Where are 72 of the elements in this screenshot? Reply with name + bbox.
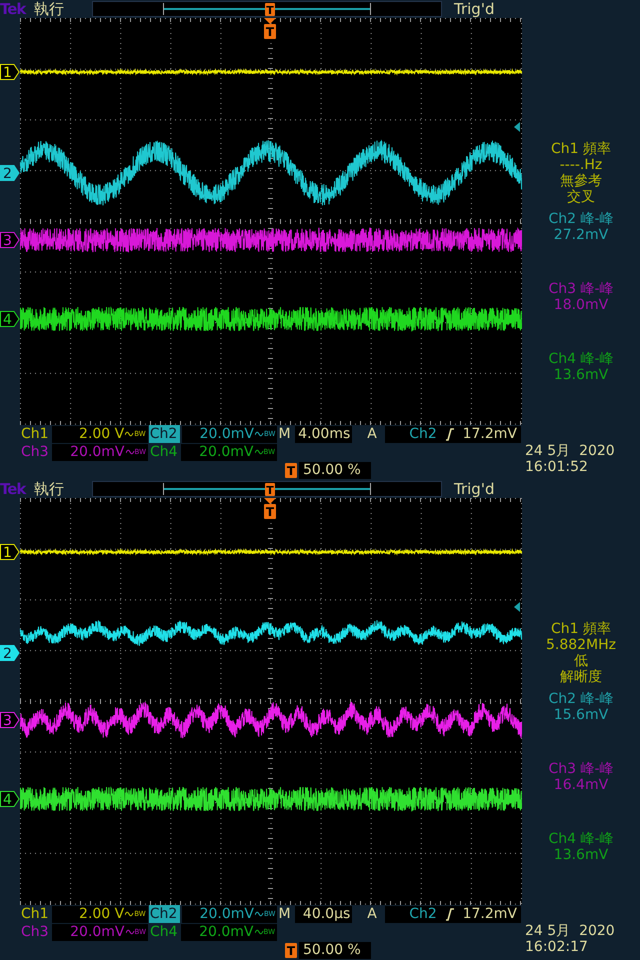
brand-logo: Tek xyxy=(0,480,28,498)
timebase-value: 4.00ms xyxy=(295,426,352,442)
measurement-value: 無參考 xyxy=(560,173,602,189)
measurement-label: Ch4 峰-峰 xyxy=(548,351,614,367)
measurement-value: 27.2mV xyxy=(554,227,608,243)
measurement-value: 交叉 xyxy=(566,189,595,205)
date-label: 24 5月 2020 xyxy=(525,923,616,939)
trigger-source: Ch2 xyxy=(409,426,437,442)
trigger-arrow-icon xyxy=(264,498,276,504)
trigger-position-marker: T xyxy=(265,3,275,16)
measurement-label: Ch1 頻率 xyxy=(550,621,611,637)
channel-marker[interactable]: 3 xyxy=(0,712,20,728)
scale-value: 20.0mV xyxy=(199,444,254,460)
channel-label[interactable]: Ch4 xyxy=(149,923,179,941)
time-label: 16:01:52 xyxy=(525,459,589,475)
channel-label[interactable]: Ch2 xyxy=(148,425,180,443)
run-status: 執行 xyxy=(34,480,65,498)
scale-value: 20.0mV xyxy=(200,906,254,922)
horizontal-position: 50.00 % xyxy=(299,462,371,478)
measurement-label: Ch3 峰-峰 xyxy=(548,761,614,777)
scale-value: 20.0mV xyxy=(199,924,254,940)
trigger-threshold: 17.2mV xyxy=(462,906,517,922)
measurement-value: 解晰度 xyxy=(560,669,602,685)
measurement-label: Ch3 峰-峰 xyxy=(548,281,614,297)
measurement-label: Ch2 峰-峰 xyxy=(548,211,614,227)
timebase-label: M xyxy=(278,426,292,442)
trigger-mode-label: A xyxy=(367,906,378,922)
trigger-mode-label: A xyxy=(367,426,378,442)
scale-value: 2.00 V xyxy=(79,426,124,442)
scale-value: 20.0mV xyxy=(70,924,125,940)
measurement-value: 16.4mV xyxy=(554,777,608,793)
measurement-value: 5.882MHz xyxy=(546,637,616,653)
measurement-value: ----.Hz xyxy=(560,157,602,173)
trigger-source: Ch2 xyxy=(409,906,437,922)
trigger-position-marker: T xyxy=(265,483,275,496)
scale-value: 20.0mV xyxy=(70,444,125,460)
run-status: 執行 xyxy=(34,0,65,18)
date-label: 24 5月 2020 xyxy=(525,443,616,459)
scale-value: 2.00 V xyxy=(79,906,124,922)
channel-marker[interactable]: 2 xyxy=(0,165,20,181)
channel-marker[interactable]: 4 xyxy=(0,311,20,327)
timebase-label: M xyxy=(278,906,292,922)
measurement-label: Ch1 頻率 xyxy=(550,141,611,157)
channel-marker[interactable]: 1 xyxy=(0,544,20,560)
measurement-value: 18.0mV xyxy=(554,297,608,313)
horizontal-position: 50.00 % xyxy=(299,942,371,958)
brand-logo: Tek xyxy=(0,0,28,18)
trigger-threshold: 17.2mV xyxy=(462,426,517,442)
measurement-value: 15.6mV xyxy=(554,707,608,723)
channel-marker[interactable]: 2 xyxy=(0,645,20,661)
channel-label[interactable]: Ch4 xyxy=(149,443,179,461)
measurement-label: Ch4 峰-峰 xyxy=(548,831,614,847)
channel-marker[interactable]: 3 xyxy=(0,232,20,248)
measurement-value: 13.6mV xyxy=(554,367,608,383)
trigger-status: Trig'd xyxy=(454,0,494,18)
channel-marker[interactable]: 1 xyxy=(0,64,20,80)
trigger-position-marker: T xyxy=(285,942,297,958)
time-label: 16:02:17 xyxy=(525,939,589,955)
channel-label[interactable]: Ch2 xyxy=(148,905,180,923)
channel-label[interactable]: Ch1 xyxy=(20,425,50,443)
measurement-value: 13.6mV xyxy=(554,847,608,863)
measurement-label: Ch2 峰-峰 xyxy=(548,691,614,707)
timebase-value: 40.0µs xyxy=(295,906,352,922)
measurement-value: 低 xyxy=(574,653,588,669)
trigger-position-marker: T xyxy=(285,462,297,478)
trigger-arrow-icon xyxy=(264,18,276,24)
scale-value: 20.0mV xyxy=(200,426,254,442)
channel-label[interactable]: Ch1 xyxy=(20,905,50,923)
trigger-level-icon xyxy=(514,122,520,132)
trigger-status: Trig'd xyxy=(454,480,494,498)
channel-marker[interactable]: 4 xyxy=(0,791,20,807)
trigger-level-icon xyxy=(514,602,520,612)
